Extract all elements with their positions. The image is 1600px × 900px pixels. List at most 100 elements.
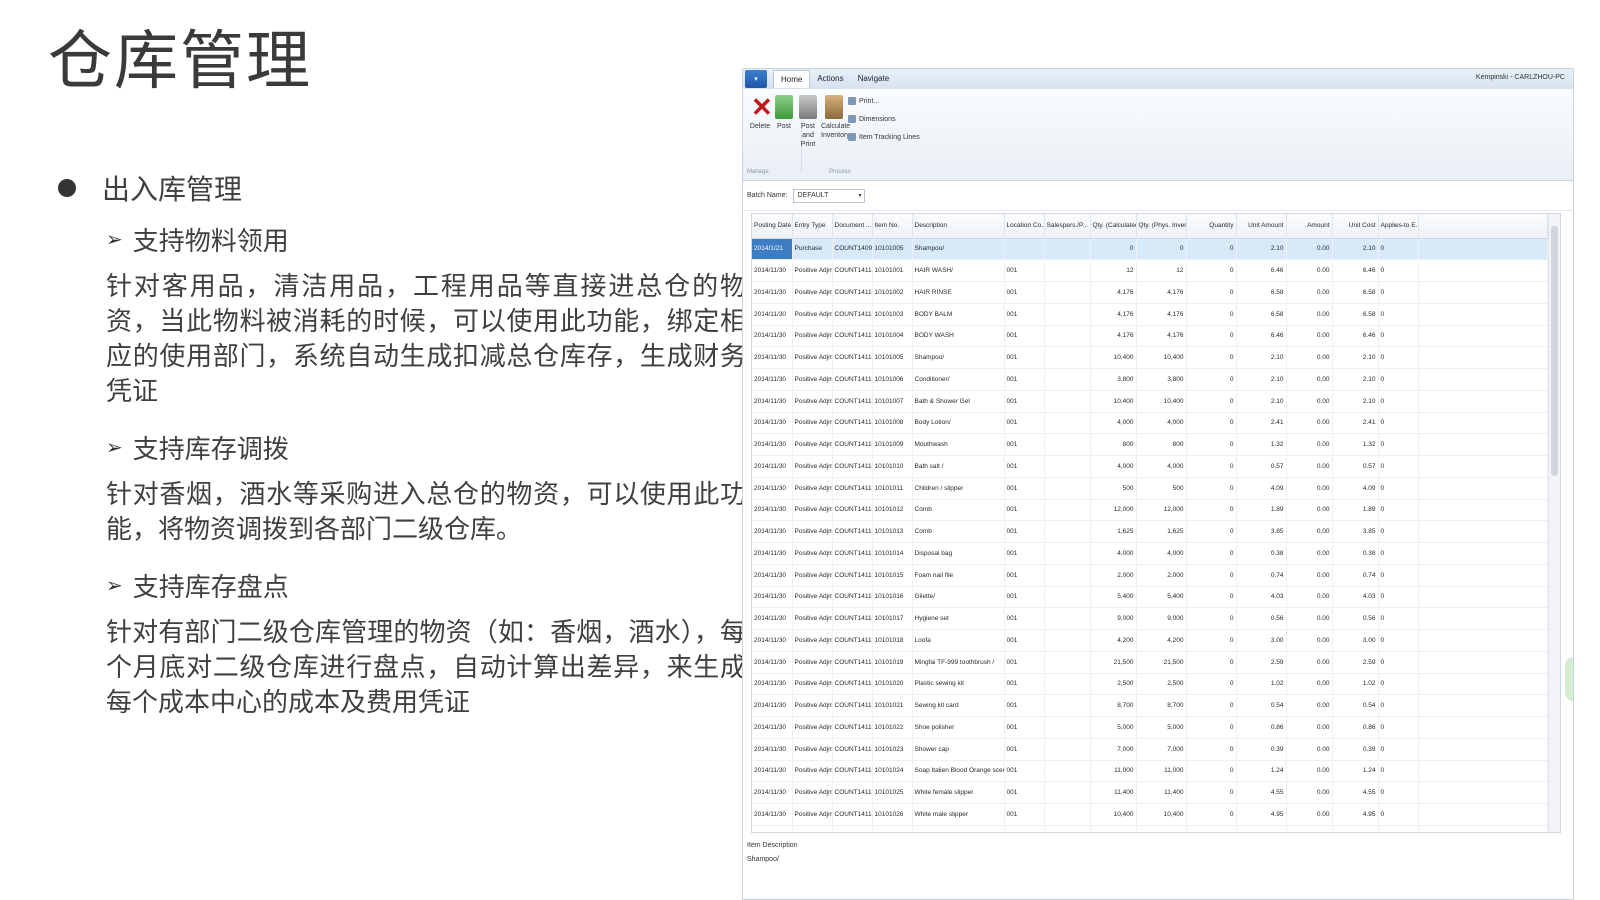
cell-quantity[interactable]: 0	[1186, 564, 1237, 587]
cell-unit-amount[interactable]: 6.58	[1236, 303, 1287, 326]
cell-description[interactable]: Gilette/	[912, 586, 1005, 609]
cell-document-no[interactable]: COUNT14090...	[832, 238, 873, 261]
cell-description[interactable]: Bath & Shower Gel	[912, 390, 1005, 413]
cell-amount[interactable]: 0.00	[1286, 825, 1333, 832]
cell-qty-calculated[interactable]: 4,000	[1090, 412, 1137, 435]
cell-amount[interactable]: 0.00	[1286, 455, 1333, 478]
cell-applies-to-entry[interactable]: 0	[1378, 738, 1419, 761]
cell-applies-to-entry[interactable]: 0	[1378, 694, 1419, 717]
cell-location-code[interactable]: 001	[1004, 499, 1045, 522]
table-row[interactable]: 2014/11/30Positive Adjmt.COUNT14110...10…	[752, 564, 1548, 587]
cell-applies-to-entry[interactable]: 0	[1378, 303, 1419, 326]
cell-applies-to-entry[interactable]: 0	[1378, 281, 1419, 304]
cell-unit-cost[interactable]: 6.46	[1332, 259, 1379, 282]
cell-qty-calculated[interactable]: 3,800	[1090, 825, 1137, 832]
cell-item-no[interactable]: 10101023	[872, 738, 913, 761]
cell-amount[interactable]: 0.00	[1286, 520, 1333, 543]
cell-amount[interactable]: 0.00	[1286, 238, 1333, 261]
cell-amount[interactable]: 0.00	[1286, 281, 1333, 304]
cell-unit-amount[interactable]: 2.10	[1236, 390, 1287, 413]
cell-document-no[interactable]: COUNT14110...	[832, 673, 873, 696]
cell-quantity[interactable]: 0	[1186, 825, 1237, 832]
cell-qty-calculated[interactable]: 10,400	[1090, 390, 1137, 413]
cell-item-no[interactable]: 10101027	[872, 825, 913, 832]
table-row[interactable]: 2014/11/30Positive Adjmt.COUNT14110...10…	[752, 303, 1548, 326]
cell-quantity[interactable]: 0	[1186, 586, 1237, 609]
cell-description[interactable]: Mingfai TF-999 toothbrush /	[912, 651, 1005, 674]
cell-quantity[interactable]: 0	[1186, 738, 1237, 761]
cell-applies-to-entry[interactable]: 0	[1378, 520, 1419, 543]
cell-quantity[interactable]: 0	[1186, 520, 1237, 543]
cell-quantity[interactable]: 0	[1186, 716, 1237, 739]
cell-quantity[interactable]: 0	[1186, 477, 1237, 500]
cell-item-no[interactable]: 10101005	[872, 238, 913, 261]
cell-applies-to-entry[interactable]: 0	[1378, 651, 1419, 674]
cell-applies-to-entry[interactable]: 0	[1378, 542, 1419, 565]
cell-description[interactable]: Shower cap	[912, 738, 1005, 761]
cell-entry-type[interactable]: Positive Adjmt.	[792, 629, 833, 652]
cell-document-no[interactable]: COUNT14110...	[832, 803, 873, 826]
cell-salesperson[interactable]	[1044, 368, 1091, 391]
cell-unit-amount[interactable]: 3.85	[1236, 520, 1287, 543]
cell-quantity[interactable]: 0	[1186, 390, 1237, 413]
cell-qty-phys-inventory[interactable]: 4,176	[1136, 325, 1187, 348]
cell-qty-phys-inventory[interactable]: 8,700	[1136, 694, 1187, 717]
cell-salesperson[interactable]	[1044, 390, 1091, 413]
cell-qty-phys-inventory[interactable]: 7,000	[1136, 738, 1187, 761]
cell-entry-type[interactable]: Positive Adjmt.	[792, 259, 833, 282]
cell-document-no[interactable]: COUNT14110...	[832, 477, 873, 500]
batch-name-select[interactable]: DEFAULT ▾	[793, 188, 866, 203]
cell-description[interactable]: Hygiene set	[912, 607, 1005, 630]
cell-location-code[interactable]: 001	[1004, 716, 1045, 739]
cell-entry-type[interactable]: Positive Adjmt.	[792, 607, 833, 630]
cell-description[interactable]: Sewing kit card	[912, 694, 1005, 717]
cell-unit-cost[interactable]: 6.58	[1332, 303, 1379, 326]
cell-location-code[interactable]: 001	[1004, 781, 1045, 804]
cell-unit-cost[interactable]: 4.55	[1332, 781, 1379, 804]
cell-posting-date[interactable]: 2014/11/30	[752, 760, 793, 783]
cell-applies-to-entry[interactable]: 0	[1378, 368, 1419, 391]
cell-qty-phys-inventory[interactable]: 2,500	[1136, 673, 1187, 696]
cell-qty-calculated[interactable]: 10,400	[1090, 346, 1137, 369]
cell-description[interactable]: HAIR WASH/	[912, 259, 1005, 282]
cell-salesperson[interactable]	[1044, 803, 1091, 826]
cell-quantity[interactable]: 0	[1186, 325, 1237, 348]
cell-unit-cost[interactable]: 0.86	[1332, 716, 1379, 739]
cell-entry-type[interactable]: Positive Adjmt.	[792, 520, 833, 543]
cell-applies-to-entry[interactable]: 0	[1378, 825, 1419, 832]
cell-entry-type[interactable]: Positive Adjmt.	[792, 825, 833, 832]
cell-amount[interactable]: 0.00	[1286, 477, 1333, 500]
cell-unit-cost[interactable]: 2.10	[1332, 346, 1379, 369]
cell-qty-calculated[interactable]: 2,000	[1090, 564, 1137, 587]
cell-qty-calculated[interactable]: 5,000	[1090, 716, 1137, 739]
cell-item-no[interactable]: 10101003	[872, 303, 913, 326]
cell-unit-cost[interactable]: 6.46	[1332, 325, 1379, 348]
cell-qty-phys-inventory[interactable]: 11,000	[1136, 760, 1187, 783]
cell-description[interactable]: Non-woven suit bag	[912, 825, 1005, 832]
cell-salesperson[interactable]	[1044, 586, 1091, 609]
cell-salesperson[interactable]	[1044, 259, 1091, 282]
cell-entry-type[interactable]: Positive Adjmt.	[792, 586, 833, 609]
table-row[interactable]: 2014/11/30Positive Adjmt.COUNT14110...10…	[752, 607, 1548, 630]
cell-unit-amount[interactable]: 2.10	[1236, 368, 1287, 391]
cell-salesperson[interactable]	[1044, 825, 1091, 832]
cell-qty-calculated[interactable]: 3,800	[1090, 368, 1137, 391]
cell-item-no[interactable]: 10101015	[872, 564, 913, 587]
cell-unit-cost[interactable]: 0.74	[1332, 564, 1379, 587]
cell-posting-date[interactable]: 2014/11/30	[752, 325, 793, 348]
cell-amount[interactable]: 0.00	[1286, 542, 1333, 565]
cell-unit-amount[interactable]: 2.10	[1236, 238, 1287, 261]
cell-item-no[interactable]: 10101025	[872, 781, 913, 804]
cell-salesperson[interactable]	[1044, 564, 1091, 587]
col-salesperson[interactable]: Salespers./P...	[1044, 214, 1091, 239]
cell-entry-type[interactable]: Positive Adjmt.	[792, 499, 833, 522]
cell-item-no[interactable]: 10101001	[872, 259, 913, 282]
cell-qty-phys-inventory[interactable]: 12,000	[1136, 499, 1187, 522]
cell-entry-type[interactable]: Positive Adjmt.	[792, 346, 833, 369]
cell-description[interactable]: White male slipper	[912, 803, 1005, 826]
cell-item-no[interactable]: 10101018	[872, 629, 913, 652]
cell-entry-type[interactable]: Positive Adjmt.	[792, 781, 833, 804]
cell-location-code[interactable]: 001	[1004, 412, 1045, 435]
cell-location-code[interactable]: 001	[1004, 368, 1045, 391]
table-row[interactable]: 2014/11/30Positive Adjmt.COUNT14110...10…	[752, 760, 1548, 783]
